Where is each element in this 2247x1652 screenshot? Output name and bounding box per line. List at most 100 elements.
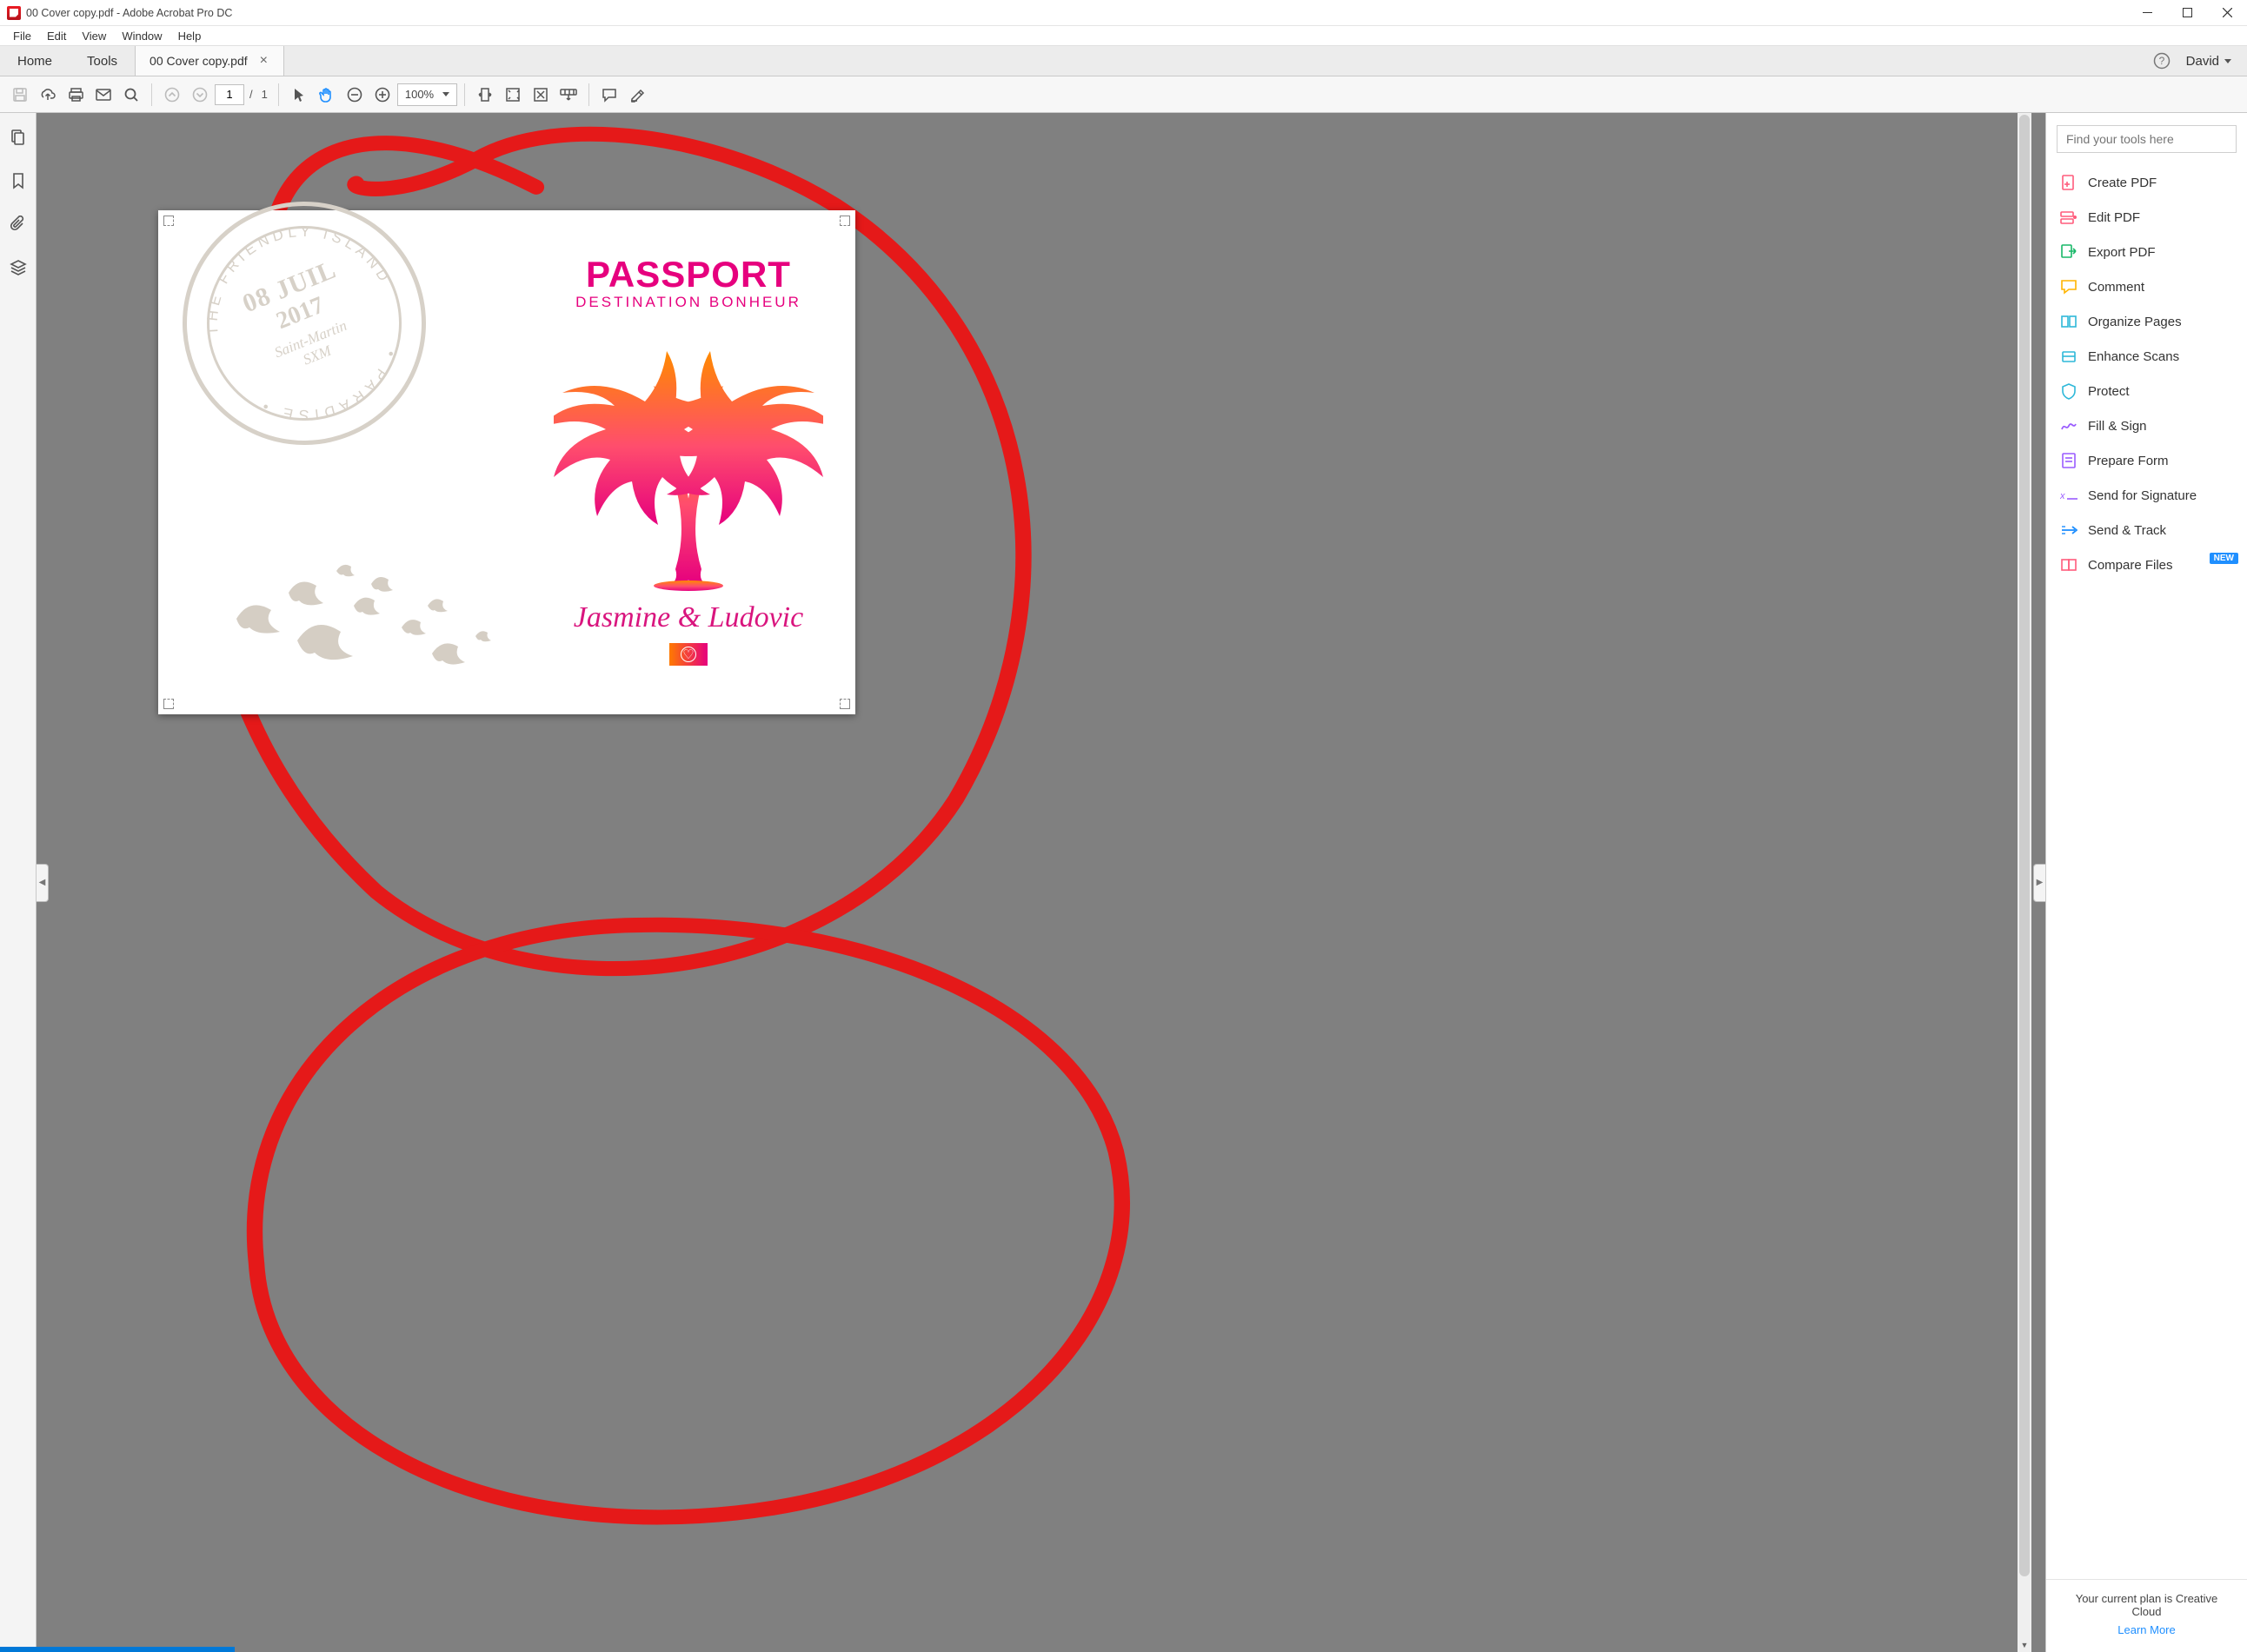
tool-label: Fill & Sign	[2088, 419, 2147, 434]
tool-label: Enhance Scans	[2088, 349, 2179, 364]
highlighter-icon[interactable]	[624, 82, 650, 108]
zoom-dropdown[interactable]: 100%	[397, 83, 457, 106]
page-number-input[interactable]	[215, 84, 244, 105]
menu-window[interactable]: Window	[114, 28, 170, 44]
tools-panel: Create PDF Edit PDF Export PDF Comment O…	[2045, 113, 2247, 1652]
tool-label: Prepare Form	[2088, 454, 2169, 468]
mail-icon[interactable]	[90, 82, 116, 108]
chevron-down-icon	[2224, 59, 2231, 63]
new-badge: NEW	[2210, 553, 2238, 564]
tool-label: Export PDF	[2088, 245, 2156, 260]
heart-badge-icon: ♡	[669, 643, 708, 666]
tool-send-signature[interactable]: x Send for Signature	[2046, 478, 2247, 513]
os-taskbar-sliver	[0, 1647, 235, 1652]
fill-sign-icon	[2060, 417, 2077, 435]
page-total: 1	[258, 88, 271, 101]
shield-icon	[2060, 382, 2077, 400]
tool-organize-pages[interactable]: Organize Pages	[2046, 304, 2247, 339]
page-separator: /	[246, 88, 256, 101]
crop-mark	[163, 216, 174, 226]
nav-tools[interactable]: Tools	[70, 46, 135, 76]
tool-edit-pdf[interactable]: Edit PDF	[2046, 200, 2247, 235]
fit-page-icon[interactable]	[500, 82, 526, 108]
zoom-out-icon[interactable]	[342, 82, 368, 108]
crop-mark	[840, 699, 850, 709]
zoom-in-icon[interactable]	[369, 82, 396, 108]
tool-prepare-form[interactable]: Prepare Form	[2046, 443, 2247, 478]
window-close-button[interactable]	[2207, 0, 2247, 26]
left-pane-toggle[interactable]: ◀	[37, 864, 49, 902]
tool-create-pdf[interactable]: Create PDF	[2046, 165, 2247, 200]
search-icon[interactable]	[118, 82, 144, 108]
create-pdf-icon	[2060, 174, 2077, 191]
tool-fill-sign[interactable]: Fill & Sign	[2046, 408, 2247, 443]
comment-icon[interactable]	[596, 82, 622, 108]
save-icon[interactable]	[7, 82, 33, 108]
nav-home[interactable]: Home	[0, 46, 70, 76]
tool-label: Send & Track	[2088, 523, 2166, 538]
menu-view[interactable]: View	[74, 28, 114, 44]
tool-protect[interactable]: Protect	[2046, 374, 2247, 408]
edit-pdf-icon	[2060, 209, 2077, 226]
tool-enhance-scans[interactable]: Enhance Scans	[2046, 339, 2247, 374]
main-toolbar: / 1 100%	[0, 76, 2247, 113]
acrobat-icon	[7, 6, 21, 20]
fullscreen-icon[interactable]	[528, 82, 554, 108]
bookmark-icon[interactable]	[6, 169, 30, 193]
prepare-form-icon	[2060, 452, 2077, 469]
scrollbar-thumb[interactable]	[2019, 115, 2030, 1576]
crop-mark	[163, 699, 174, 709]
learn-more-link[interactable]: Learn More	[2064, 1623, 2230, 1636]
passport-subtitle-text: DESTINATION BONHEUR	[532, 294, 845, 311]
compare-files-icon	[2060, 556, 2077, 574]
tool-comment[interactable]: Comment	[2046, 269, 2247, 304]
tool-label: Edit PDF	[2088, 210, 2140, 225]
workspace: ◀ TH	[0, 113, 2247, 1652]
menu-file[interactable]: File	[5, 28, 39, 44]
scroll-down-icon[interactable]: ▼	[2018, 1638, 2031, 1652]
passport-stamp-watermark: THE FRIENDLY ISLAND • PARADISE • 08 JUIL…	[146, 165, 463, 482]
tools-search-input[interactable]	[2057, 125, 2237, 153]
thumbnails-icon[interactable]	[6, 125, 30, 149]
cloud-upload-icon[interactable]	[35, 82, 61, 108]
tool-label: Compare Files	[2088, 558, 2173, 573]
tool-export-pdf[interactable]: Export PDF	[2046, 235, 2247, 269]
document-tab-close-icon[interactable]: ×	[258, 53, 269, 69]
organize-pages-icon	[2060, 313, 2077, 330]
crop-mark	[840, 216, 850, 226]
document-tab[interactable]: 00 Cover copy.pdf ×	[136, 46, 284, 76]
menu-edit[interactable]: Edit	[39, 28, 74, 44]
user-menu[interactable]: David	[2177, 46, 2247, 76]
tool-label: Create PDF	[2088, 176, 2157, 190]
layers-icon[interactable]	[6, 255, 30, 280]
send-signature-icon: x	[2060, 487, 2077, 504]
selection-arrow-icon[interactable]	[286, 82, 312, 108]
send-track-icon	[2060, 521, 2077, 539]
birds-watermark	[210, 558, 506, 688]
window-maximize-button[interactable]	[2167, 0, 2207, 26]
palm-trees-graphic	[554, 315, 823, 593]
attachment-icon[interactable]	[6, 212, 30, 236]
vertical-scrollbar[interactable]: ▲ ▼	[2018, 113, 2031, 1652]
print-icon[interactable]	[63, 82, 89, 108]
fit-width-icon[interactable]	[472, 82, 498, 108]
menu-help[interactable]: Help	[170, 28, 209, 44]
window-titlebar: 00 Cover copy.pdf - Adobe Acrobat Pro DC	[0, 0, 2247, 26]
tool-compare-files[interactable]: Compare Files NEW	[2046, 547, 2247, 582]
read-mode-icon[interactable]	[555, 82, 582, 108]
plan-footer: Your current plan is Creative Cloud Lear…	[2046, 1579, 2247, 1652]
window-title: 00 Cover copy.pdf - Adobe Acrobat Pro DC	[26, 7, 232, 19]
pdf-page: THE FRIENDLY ISLAND • PARADISE • 08 JUIL…	[158, 210, 855, 714]
hand-pan-icon[interactable]	[314, 82, 340, 108]
tool-label: Send for Signature	[2088, 488, 2197, 503]
help-button[interactable]: ?	[2146, 46, 2177, 76]
right-pane-toggle[interactable]: ▶	[2033, 864, 2045, 902]
tool-send-track[interactable]: Send & Track	[2046, 513, 2247, 547]
page-down-icon[interactable]	[187, 82, 213, 108]
comment-tool-icon	[2060, 278, 2077, 295]
window-minimize-button[interactable]	[2127, 0, 2167, 26]
page-up-icon[interactable]	[159, 82, 185, 108]
navigation-pane	[0, 113, 37, 1652]
document-canvas[interactable]: ◀ TH	[37, 113, 2045, 1652]
zoom-value: 100%	[405, 88, 434, 101]
